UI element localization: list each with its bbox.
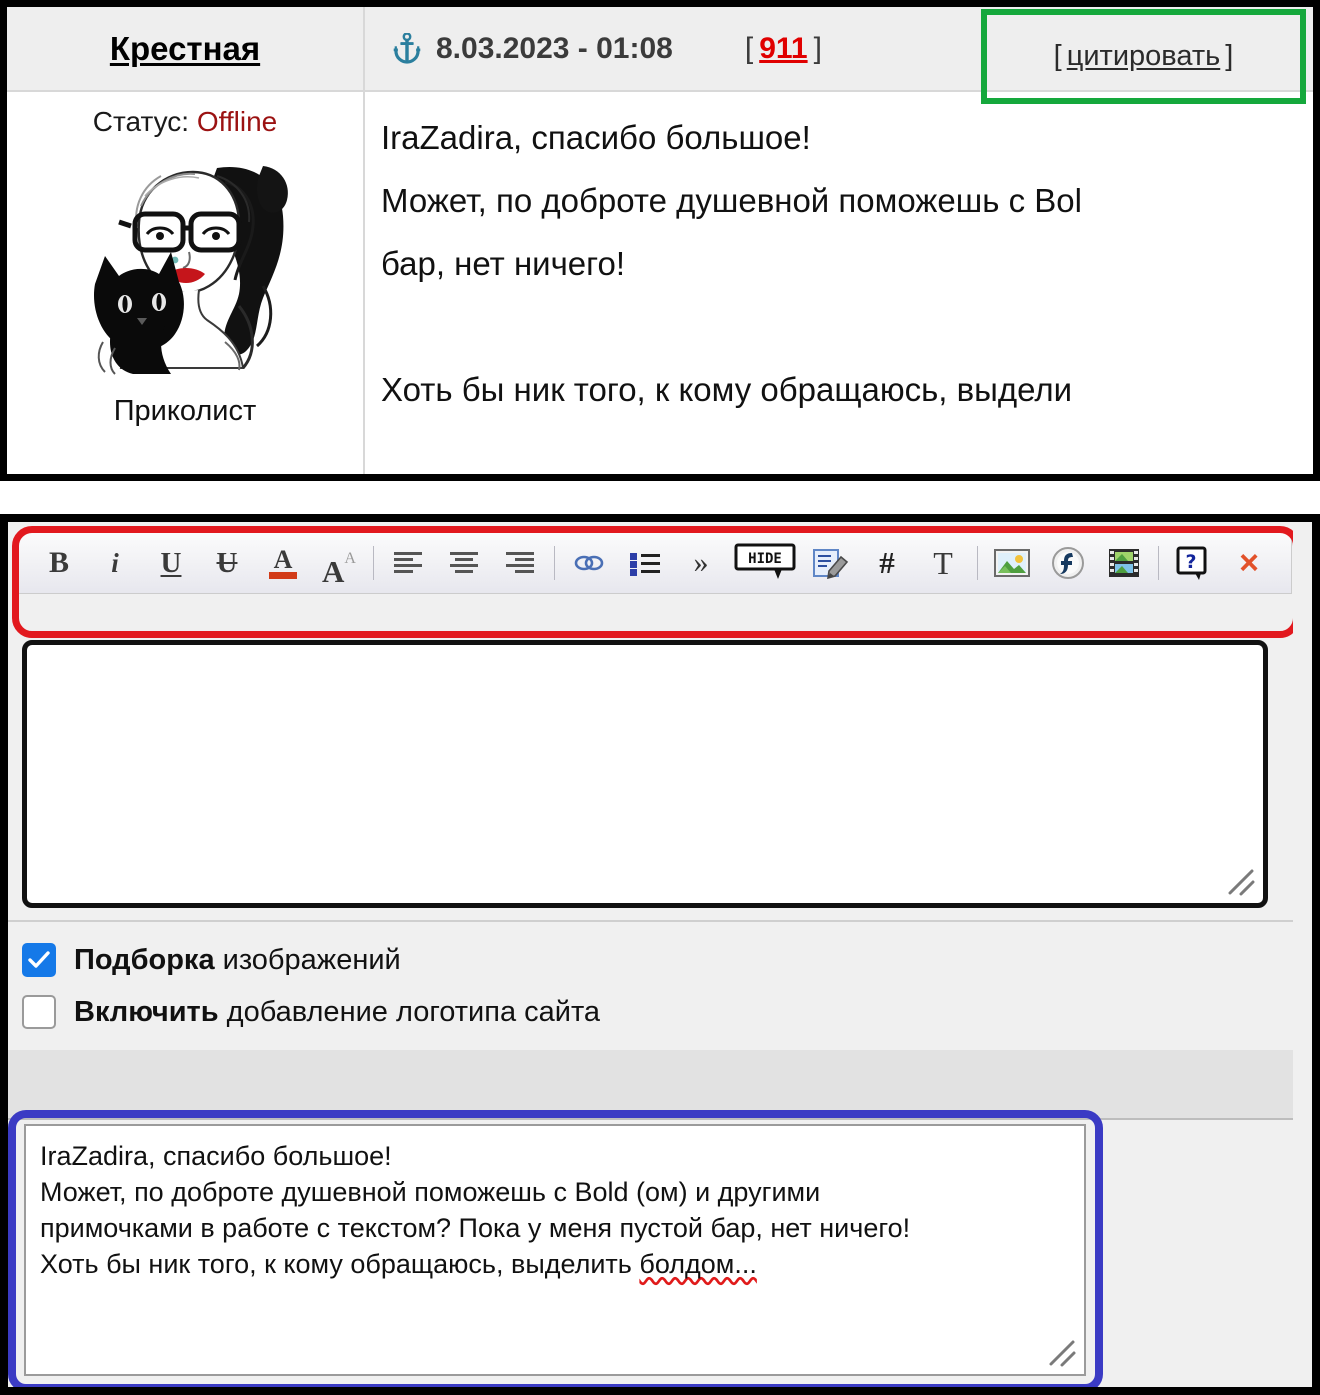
- bracket-open: [: [1053, 40, 1062, 72]
- resize-grip[interactable]: [1224, 865, 1258, 899]
- align-left-icon[interactable]: [384, 539, 432, 587]
- post-body-line: IraZadira, спасибо большое!: [381, 119, 811, 156]
- option-label: Подборка изображений: [74, 944, 401, 977]
- svg-text:?: ?: [1185, 551, 1196, 573]
- resize-grip[interactable]: [1045, 1336, 1079, 1370]
- flash-icon[interactable]: [1044, 539, 1092, 587]
- quote-line-text: Хоть бы ник того, к кому обращаюсь, выде…: [40, 1249, 640, 1279]
- strikethrough-glyph: U: [216, 546, 238, 579]
- align-center-icon[interactable]: [440, 539, 488, 587]
- font-size-glyph-large: A: [322, 554, 345, 589]
- post-body-blank-line: [381, 295, 1313, 358]
- post-timestamp: 8.03.2023 - 01:08: [436, 31, 673, 65]
- option-label-rest: изображений: [214, 943, 401, 976]
- option-row[interactable]: Подборка изображений: [22, 934, 1298, 986]
- selection-of-images-checkbox[interactable]: [22, 943, 56, 977]
- video-icon[interactable]: [1100, 539, 1148, 587]
- quote-link-highlight-box: [цитировать]: [981, 9, 1306, 104]
- text-icon[interactable]: T: [919, 539, 967, 587]
- close-glyph: ×: [1239, 544, 1259, 582]
- hide-tag-icon[interactable]: HIDE: [733, 539, 799, 587]
- post-body-line: Хоть бы ник того, к кому обращаюсь, выде…: [381, 371, 1073, 408]
- hash-glyph: #: [879, 545, 895, 580]
- strikethrough-icon[interactable]: U: [203, 539, 251, 587]
- bracket-close: ]: [1225, 40, 1234, 72]
- text-glyph: T: [933, 544, 953, 581]
- image-icon[interactable]: [988, 539, 1036, 587]
- post-author-cell: Крестная: [7, 7, 365, 90]
- bold-icon[interactable]: B: [35, 539, 83, 587]
- editor-grey-band: [8, 1050, 1312, 1120]
- post-header: Крестная 8.03.2023 - 01:08 [911] [цит…: [7, 7, 1313, 104]
- status-label: Статус:: [92, 106, 190, 137]
- close-icon[interactable]: ×: [1225, 539, 1273, 587]
- font-size-glyph-small: A: [344, 550, 356, 567]
- edit-note-icon[interactable]: [807, 539, 855, 587]
- underline-icon[interactable]: U: [147, 539, 195, 587]
- italic-icon[interactable]: i: [91, 539, 139, 587]
- quote-icon[interactable]: »: [677, 539, 725, 587]
- font-size-icon[interactable]: A A: [315, 539, 363, 587]
- font-color-swatch: [269, 571, 297, 579]
- option-label-bold: Подборка: [74, 943, 215, 976]
- quote-line: примочками в работе с текстом? Пока у ме…: [40, 1213, 911, 1243]
- editor-options: Подборка изображений Включить добавление…: [22, 934, 1298, 1044]
- status-badge: Offline: [196, 106, 278, 137]
- message-textarea[interactable]: [22, 640, 1268, 908]
- forum-post-panel: Крестная 8.03.2023 - 01:08 [911] [цит…: [0, 0, 1320, 481]
- toolbar-separator: [977, 546, 978, 580]
- quote-glyph: »: [693, 546, 709, 579]
- toolbar-separator: [373, 546, 374, 580]
- post-body-line: бар, нет ничего!: [381, 245, 625, 282]
- option-label: Включить добавление логотипа сайта: [74, 996, 600, 1029]
- quote-preview-textarea[interactable]: IraZadira, спасибо большое! Может, по до…: [24, 1124, 1086, 1376]
- post-body: IraZadira, спасибо большое! Может, по до…: [367, 92, 1313, 474]
- bold-glyph: B: [48, 546, 69, 579]
- quote-line: IraZadira, спасибо большое!: [40, 1141, 392, 1171]
- option-label-rest: добавление логотипа сайта: [218, 995, 601, 1028]
- font-color-icon[interactable]: A: [259, 539, 307, 587]
- underline-glyph: U: [160, 546, 182, 579]
- link-icon[interactable]: [565, 539, 613, 587]
- option-row[interactable]: Включить добавление логотипа сайта: [22, 986, 1298, 1038]
- anchor-icon[interactable]: [392, 31, 422, 65]
- font-color-glyph: A: [273, 544, 293, 574]
- editor-toolbar: B i U U A A A » HIDE # T ? ×: [18, 532, 1292, 594]
- misspelled-word: болдом...: [639, 1249, 757, 1279]
- avatar[interactable]: [67, 156, 303, 385]
- status-line: Статус: Offline: [7, 106, 363, 138]
- quote-link[interactable]: цитировать: [1067, 40, 1221, 72]
- editor-right-strip: [1293, 522, 1312, 1387]
- author-name-link[interactable]: Крестная: [110, 30, 260, 68]
- quote-line-with-misspelling: Хоть бы ник того, к кому обращаюсь, выде…: [40, 1246, 1070, 1282]
- message-editor-panel: B i U U A A A » HIDE # T ? × Подборка из…: [0, 514, 1320, 1395]
- section-divider: [8, 920, 1312, 922]
- quote-line: Может, по доброте душевной поможешь с Bo…: [40, 1177, 821, 1207]
- toolbar-separator: [554, 546, 555, 580]
- bullet-list-icon[interactable]: [621, 539, 669, 587]
- author-rank: Приколист: [113, 395, 257, 427]
- italic-glyph: i: [111, 547, 119, 578]
- post-author-sidebar: Статус: Offline Приколист: [7, 92, 365, 474]
- quote-link-wrap: [цитировать]: [1054, 40, 1234, 73]
- hash-icon[interactable]: #: [863, 539, 911, 587]
- include-site-logo-checkbox[interactable]: [22, 995, 56, 1029]
- svg-text:HIDE: HIDE: [748, 551, 782, 567]
- post-number-wrap: [911]: [745, 32, 822, 66]
- bracket-open: [: [744, 31, 754, 65]
- help-icon[interactable]: ?: [1169, 539, 1217, 587]
- toolbar-separator: [1158, 546, 1159, 580]
- bracket-close: ]: [813, 31, 822, 65]
- option-label-bold: Включить: [74, 995, 219, 1028]
- post-number-link[interactable]: 911: [759, 32, 807, 65]
- align-right-icon[interactable]: [496, 539, 544, 587]
- post-body-line: Может, по доброте душевной поможешь с Bo…: [381, 182, 1082, 219]
